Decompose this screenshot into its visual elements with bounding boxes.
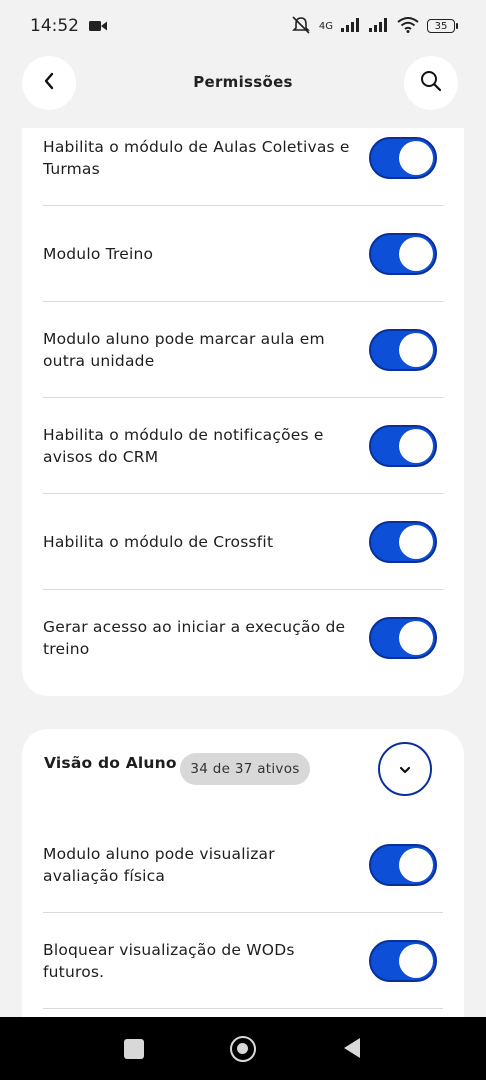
- permission-toggle[interactable]: [369, 137, 437, 179]
- permission-toggle[interactable]: [369, 329, 437, 371]
- permission-toggle[interactable]: [369, 425, 437, 467]
- battery-level: 35: [427, 19, 455, 33]
- permission-row: Gerar acesso ao iniciar a execução de tr…: [43, 590, 443, 686]
- toggle-knob: [399, 237, 433, 271]
- chevron-down-icon: [398, 760, 412, 779]
- permission-label: Modulo aluno pode visualizar avaliação f…: [43, 845, 275, 885]
- permission-row: Habilita o módulo de Aulas Coletivas e T…: [43, 110, 443, 206]
- permission-row: Habilita o módulo de notificações e avis…: [43, 398, 443, 494]
- collapse-button[interactable]: [378, 742, 432, 796]
- battery-icon: 35: [427, 19, 458, 33]
- permission-toggle[interactable]: [369, 844, 437, 886]
- back-triangle-icon[interactable]: [342, 1037, 362, 1063]
- toggle-knob: [399, 333, 433, 367]
- status-left: 14:52: [30, 16, 107, 36]
- status-time: 14:52: [30, 16, 79, 36]
- permission-label: Habilita o módulo de Crossfit: [43, 533, 274, 551]
- toggle-knob: [399, 429, 433, 463]
- status-right: 4G 35: [291, 15, 458, 37]
- active-count-badge: 34 de 37 ativos: [180, 753, 310, 785]
- permission-toggle[interactable]: [369, 521, 437, 563]
- permission-row: Modulo aluno pode visualizar avaliação f…: [43, 817, 443, 913]
- toggle-knob: [399, 621, 433, 655]
- system-nav-bar: [0, 1017, 486, 1080]
- home-circle-icon[interactable]: [230, 1036, 256, 1062]
- permission-label: Bloquear visualização de WODs futuros.: [43, 941, 295, 981]
- wifi-icon: [397, 16, 419, 36]
- permissions-card: Habilita o módulo de Aulas Coletivas e T…: [22, 128, 464, 696]
- visao-aluno-card: Visão do Aluno 34 de 37 ativos Modulo al…: [22, 729, 464, 1029]
- toggle-knob: [399, 525, 433, 559]
- permission-toggle[interactable]: [369, 617, 437, 659]
- permission-label: Modulo Treino: [43, 245, 154, 263]
- permission-row: Modulo aluno pode marcar aula em outra u…: [43, 302, 443, 398]
- permission-row: Bloquear visualização de WODs futuros.: [43, 913, 443, 1009]
- permission-row: Habilita o módulo de Crossfit: [43, 494, 443, 590]
- divider: [43, 1008, 443, 1009]
- signal-icon: [341, 17, 361, 35]
- app-header: Permissões: [0, 56, 486, 112]
- signal-icon: [369, 17, 389, 35]
- muted-bell-icon: [291, 15, 311, 37]
- permission-toggle[interactable]: [369, 233, 437, 275]
- search-icon: [420, 70, 442, 96]
- permission-label: Gerar acesso ao iniciar a execução de tr…: [43, 618, 346, 658]
- permission-toggle[interactable]: [369, 940, 437, 982]
- search-button[interactable]: [404, 56, 458, 110]
- permission-row: Modulo Treino: [43, 206, 443, 302]
- permission-label: Modulo aluno pode marcar aula em outra u…: [43, 330, 325, 370]
- toggle-knob: [399, 944, 433, 978]
- recents-square-icon[interactable]: [124, 1039, 144, 1059]
- status-bar: 14:52 4G 35: [0, 0, 486, 52]
- permission-label: Habilita o módulo de notificações e avis…: [43, 426, 324, 466]
- network-type: 4G: [318, 20, 333, 32]
- toggle-knob: [399, 848, 433, 882]
- permission-label: Habilita o módulo de Aulas Coletivas e T…: [43, 138, 350, 178]
- toggle-knob: [399, 141, 433, 175]
- video-camera-icon: [89, 17, 107, 36]
- section-title: Visão do Aluno: [44, 754, 177, 772]
